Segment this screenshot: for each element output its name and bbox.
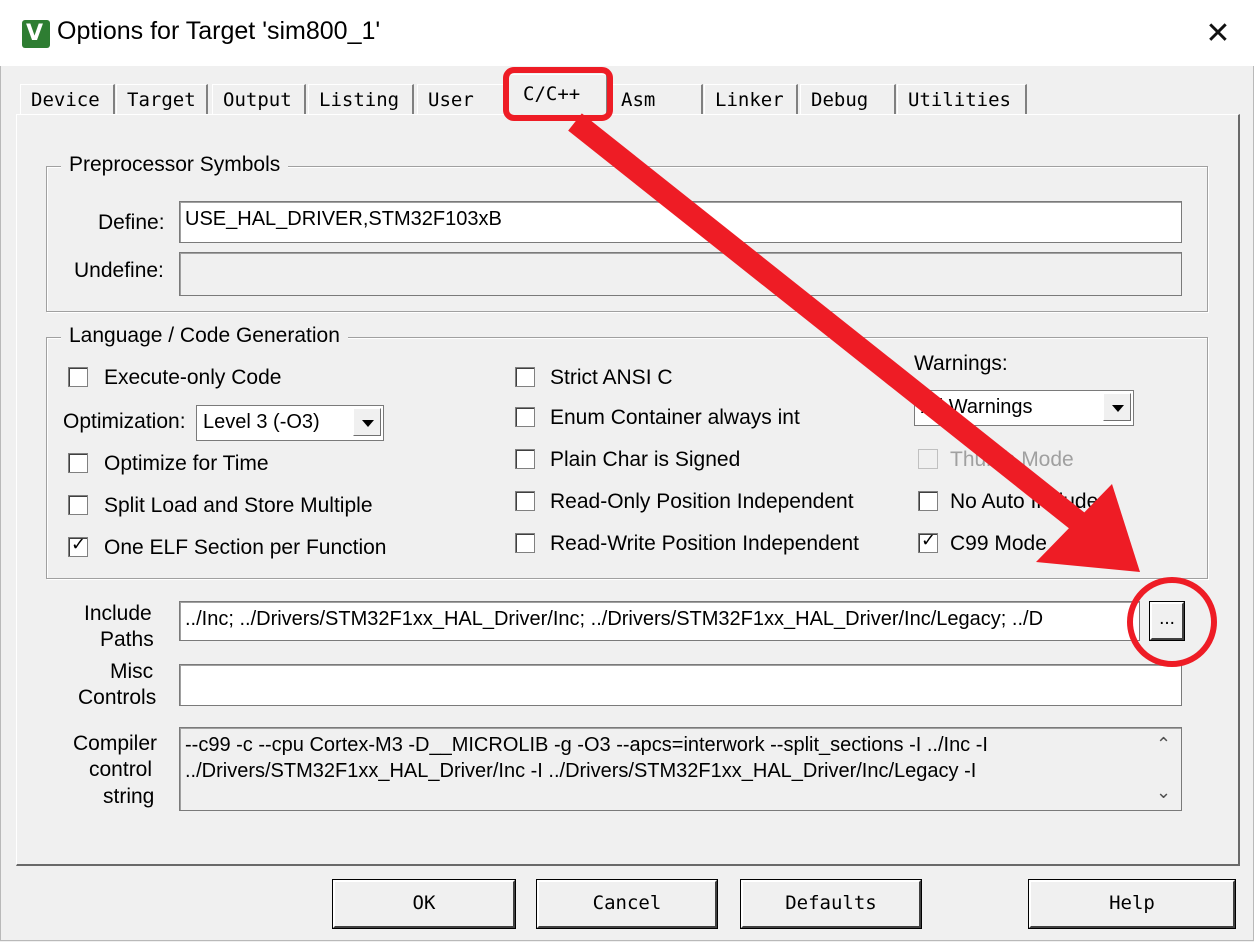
tab-target[interactable]: Target bbox=[116, 84, 208, 114]
c99-mode-checkbox[interactable]: ✓ bbox=[918, 530, 938, 553]
strict-ansi-label: Strict ANSI C bbox=[550, 366, 673, 389]
include-paths-label-1: Include bbox=[84, 602, 152, 625]
tab-listing[interactable]: Listing bbox=[308, 84, 414, 114]
define-input[interactable]: USE_HAL_DRIVER,STM32F103xB bbox=[179, 201, 1182, 243]
no-auto-includes-checkbox[interactable] bbox=[918, 491, 938, 511]
enum-container-label: Enum Container always int bbox=[550, 406, 800, 429]
thumb-mode-label: Thumb Mode bbox=[950, 448, 1074, 471]
plain-char-label: Plain Char is Signed bbox=[550, 448, 741, 471]
include-paths-input[interactable]: ../Inc; ../Drivers/STM32F1xx_HAL_Driver/… bbox=[179, 601, 1140, 641]
tab-utilities[interactable]: Utilities bbox=[897, 84, 1027, 114]
tab-device[interactable]: Device bbox=[20, 84, 115, 114]
compiler-string-line-1: --c99 -c --cpu Cortex-M3 -D__MICROLIB -g… bbox=[185, 734, 988, 756]
one-elf-checkbox[interactable]: ✓ bbox=[68, 534, 88, 557]
warnings-select[interactable]: All Warnings bbox=[914, 390, 1134, 426]
one-elf-label: One ELF Section per Function bbox=[104, 536, 387, 559]
compiler-string-label-1: Compiler bbox=[73, 732, 158, 755]
preprocessor-legend: Preprocessor Symbols bbox=[61, 153, 289, 177]
chevron-down-icon[interactable] bbox=[1103, 393, 1131, 421]
compiler-string-label-3: string bbox=[103, 785, 155, 808]
compiler-string-scrollbar[interactable]: ⌃ ⌄ bbox=[1148, 730, 1180, 808]
title-bar: V Options for Target 'sim800_1' ✕ bbox=[0, 0, 1254, 66]
tab-linker[interactable]: Linker bbox=[704, 84, 798, 114]
warnings-value: All Warnings bbox=[921, 396, 1033, 418]
optimization-label: Optimization: bbox=[63, 410, 186, 433]
compiler-string-label-2: control bbox=[89, 758, 153, 781]
chevron-down-icon[interactable] bbox=[353, 408, 381, 436]
tab-asm[interactable]: Asm bbox=[610, 84, 703, 114]
tab-user[interactable]: User bbox=[417, 84, 509, 114]
enum-container-checkbox[interactable] bbox=[515, 407, 535, 427]
language-legend: Language / Code Generation bbox=[61, 324, 348, 348]
compiler-string-line-2: ../Drivers/STM32F1xx_HAL_Driver/Inc -I .… bbox=[185, 760, 977, 782]
window-title: Options for Target 'sim800_1' bbox=[57, 17, 381, 45]
split-load-checkbox[interactable] bbox=[68, 495, 88, 515]
ro-pos-indep-label: Read-Only Position Independent bbox=[550, 490, 854, 513]
execute-only-label: Execute-only Code bbox=[104, 366, 282, 389]
execute-only-checkbox[interactable] bbox=[68, 367, 88, 387]
warnings-label: Warnings: bbox=[914, 352, 1008, 375]
rw-pos-indep-label: Read-Write Position Independent bbox=[550, 532, 859, 555]
define-label: Define: bbox=[98, 211, 165, 234]
tab-debug[interactable]: Debug bbox=[800, 84, 896, 114]
compiler-string-textarea[interactable]: --c99 -c --cpu Cortex-M3 -D__MICROLIB -g… bbox=[179, 727, 1182, 811]
undefine-input[interactable] bbox=[179, 252, 1182, 296]
optimize-time-checkbox[interactable] bbox=[68, 453, 88, 473]
strict-ansi-checkbox[interactable] bbox=[515, 367, 535, 387]
tab-output[interactable]: Output bbox=[212, 84, 306, 114]
misc-controls-input[interactable] bbox=[179, 664, 1182, 706]
defaults-button[interactable]: Defaults bbox=[740, 879, 922, 929]
chevron-up-icon[interactable]: ⌃ bbox=[1156, 734, 1171, 755]
keil-app-icon: V bbox=[22, 20, 50, 48]
include-paths-label-2: Paths bbox=[100, 628, 154, 651]
optimization-value: Level 3 (-O3) bbox=[203, 411, 320, 433]
ok-button[interactable]: OK bbox=[332, 879, 516, 929]
misc-controls-label-2: Controls bbox=[78, 686, 157, 709]
rw-pos-indep-checkbox[interactable] bbox=[515, 533, 535, 553]
close-icon[interactable]: ✕ bbox=[1196, 14, 1240, 54]
ro-pos-indep-checkbox[interactable] bbox=[515, 491, 535, 511]
undefine-label: Undefine: bbox=[74, 259, 164, 282]
checkmark-icon: ✓ bbox=[71, 534, 87, 555]
app-icon-glyph: V bbox=[26, 21, 44, 46]
checkmark-icon: ✓ bbox=[921, 530, 937, 551]
c99-mode-label: C99 Mode bbox=[950, 532, 1047, 555]
cancel-button[interactable]: Cancel bbox=[536, 879, 718, 929]
include-paths-browse-button[interactable]: ... bbox=[1149, 601, 1185, 641]
help-button[interactable]: Help bbox=[1028, 879, 1236, 929]
optimization-select[interactable]: Level 3 (-O3) bbox=[196, 405, 384, 441]
tab-c-cpp[interactable]: C/C++ bbox=[508, 74, 608, 116]
plain-char-checkbox[interactable] bbox=[515, 449, 535, 469]
split-load-label: Split Load and Store Multiple bbox=[104, 494, 373, 517]
optimize-time-label: Optimize for Time bbox=[104, 452, 269, 475]
thumb-mode-checkbox[interactable] bbox=[918, 449, 938, 469]
no-auto-includes-label: No Auto Includes bbox=[950, 490, 1109, 513]
misc-controls-label-1: Misc bbox=[110, 660, 154, 683]
chevron-down-icon[interactable]: ⌄ bbox=[1156, 782, 1171, 803]
